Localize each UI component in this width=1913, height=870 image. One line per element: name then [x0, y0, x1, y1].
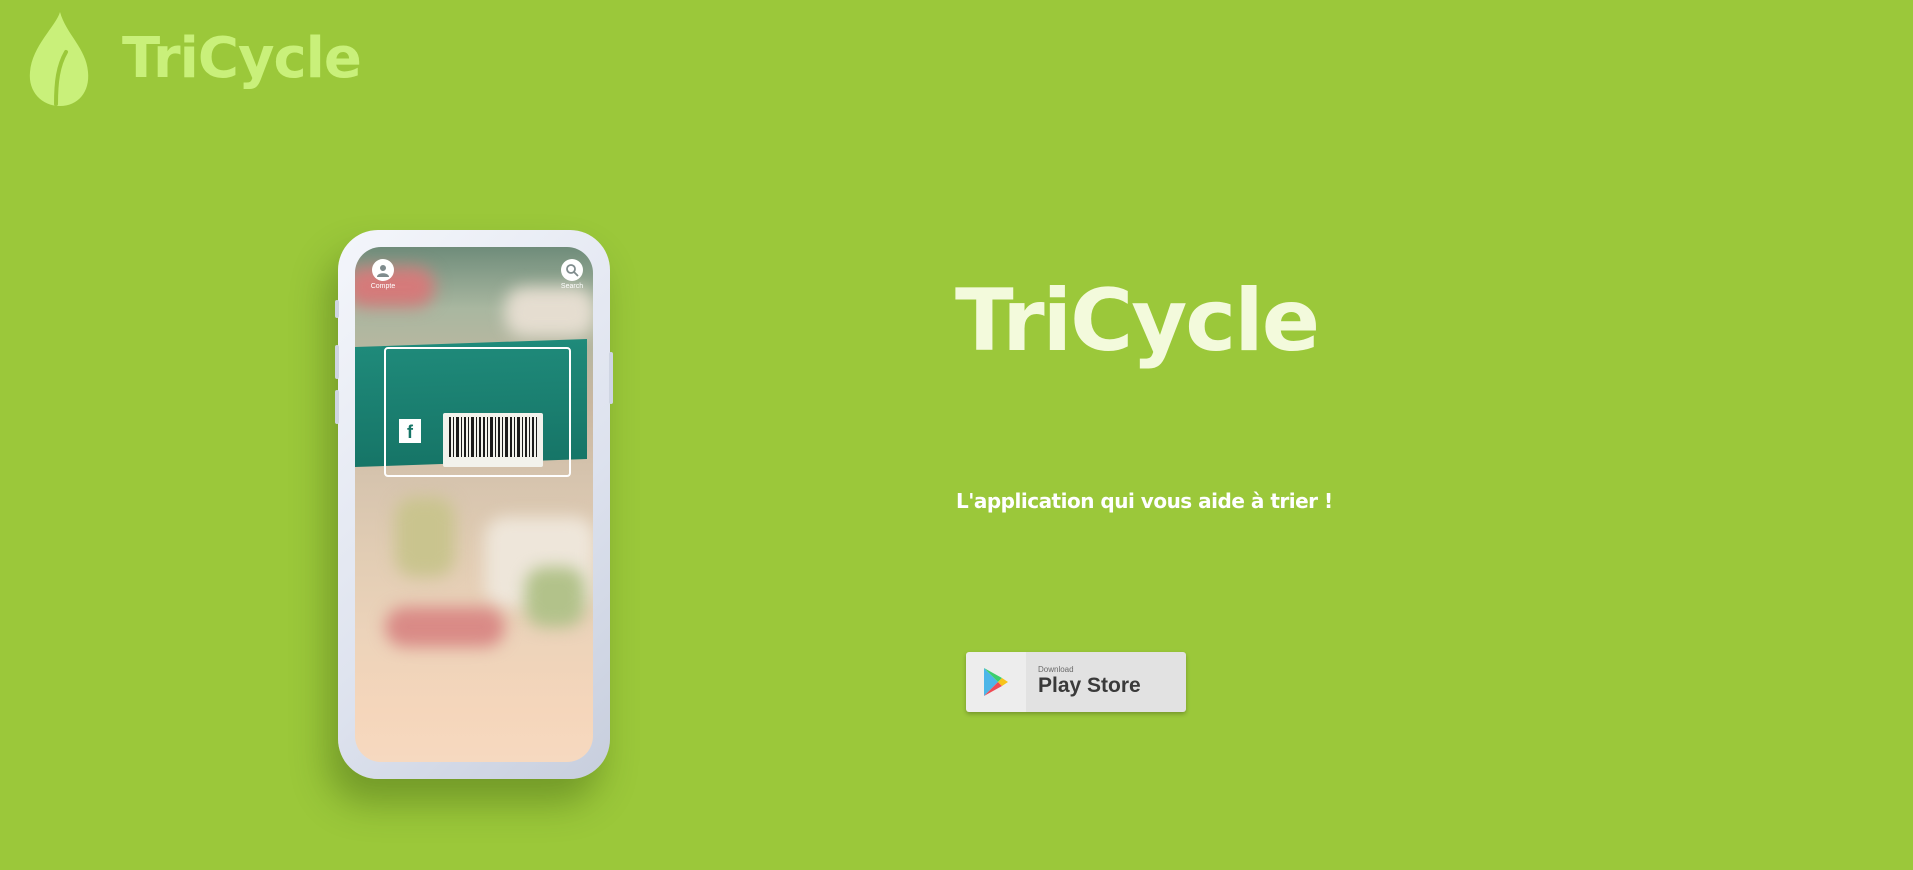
play-store-button[interactable]: Download Play Store — [966, 652, 1186, 712]
search-label: Search — [560, 283, 584, 290]
background-blur — [385, 607, 505, 647]
hero-subtitle: L'application qui vous aide à trier ! — [956, 489, 1333, 513]
phone-side-button — [609, 352, 613, 404]
play-store-label: Play Store — [1038, 673, 1141, 697]
phone-side-button — [335, 300, 339, 318]
phone-screen: f Compte Search — [355, 247, 593, 762]
account-button[interactable]: Compte — [363, 259, 403, 290]
logo-text: TriCycle — [122, 26, 362, 91]
background-blur — [395, 497, 455, 577]
logo-link[interactable]: TriCycle — [26, 12, 362, 106]
phone-side-button — [335, 345, 339, 379]
google-play-icon — [966, 652, 1026, 712]
scan-frame — [384, 347, 571, 477]
search-button[interactable]: Search — [552, 259, 592, 290]
search-icon — [561, 259, 583, 281]
hero-title: TriCycle — [955, 271, 1320, 371]
user-icon — [372, 259, 394, 281]
background-blur — [525, 567, 585, 627]
download-label: Download — [1038, 664, 1074, 674]
play-store-text: Download Play Store — [1026, 652, 1186, 712]
account-label: Compte — [370, 283, 396, 290]
landing-page: TriCycle f Compte Search TriCycle L'appl… — [0, 0, 1913, 870]
phone-mockup: f Compte Search — [335, 230, 613, 779]
background-blur — [505, 287, 593, 337]
phone-side-button — [335, 390, 339, 424]
leaf-icon — [29, 12, 89, 106]
